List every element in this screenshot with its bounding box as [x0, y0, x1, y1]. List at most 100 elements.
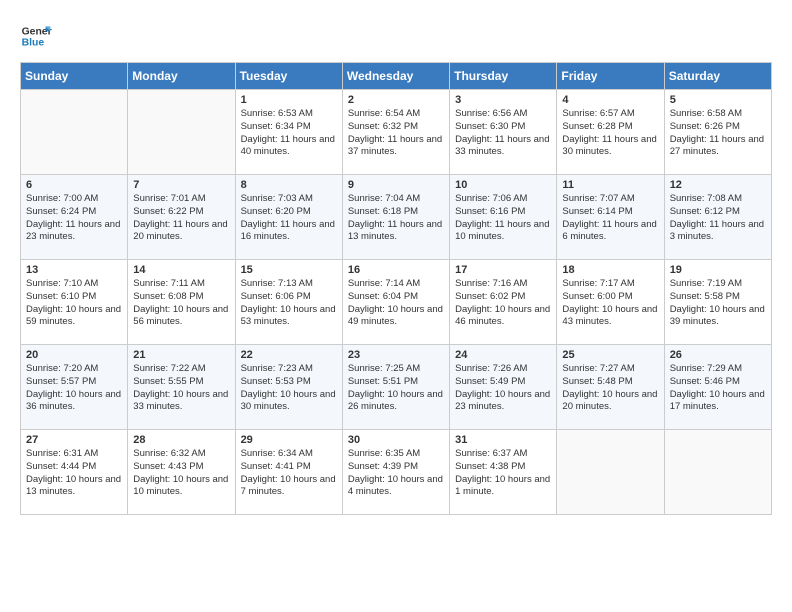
- day-info: Sunrise: 6:35 AMSunset: 4:39 PMDaylight:…: [348, 448, 444, 499]
- calendar-cell: 12 Sunrise: 7:08 AMSunset: 6:12 PMDayligh…: [664, 175, 771, 260]
- day-info: Sunrise: 6:32 AMSunset: 4:43 PMDaylight:…: [133, 448, 229, 499]
- day-number: 27: [26, 434, 122, 446]
- page-header: General Blue: [20, 20, 772, 52]
- calendar-table: SundayMondayTuesdayWednesdayThursdayFrid…: [20, 62, 772, 515]
- day-number: 2: [348, 94, 444, 106]
- svg-text:Blue: Blue: [22, 38, 45, 49]
- calendar-cell: 13 Sunrise: 7:10 AMSunset: 6:10 PMDayligh…: [21, 260, 128, 345]
- day-info: Sunrise: 6:58 AMSunset: 6:26 PMDaylight:…: [670, 108, 766, 159]
- calendar-cell: 30 Sunrise: 6:35 AMSunset: 4:39 PMDayligh…: [342, 430, 449, 515]
- day-info: Sunrise: 7:20 AMSunset: 5:57 PMDaylight:…: [26, 363, 122, 414]
- calendar-week-row: 13 Sunrise: 7:10 AMSunset: 6:10 PMDayligh…: [21, 260, 772, 345]
- calendar-cell: 7 Sunrise: 7:01 AMSunset: 6:22 PMDaylight…: [128, 175, 235, 260]
- day-number: 25: [562, 349, 658, 361]
- day-number: 12: [670, 179, 766, 191]
- day-of-week-header: Thursday: [450, 63, 557, 90]
- calendar-cell: [128, 90, 235, 175]
- calendar-cell: 15Sunrise: 7:13 AMSunset: 6:06 PMDayligh…: [235, 260, 342, 345]
- day-info: Sunrise: 6:37 AMSunset: 4:38 PMDaylight:…: [455, 448, 551, 499]
- day-info: Sunrise: 7:26 AMSunset: 5:49 PMDaylight:…: [455, 363, 551, 414]
- day-info: Sunrise: 7:22 AMSunset: 5:55 PMDaylight:…: [133, 363, 229, 414]
- day-number: 4: [562, 94, 658, 106]
- calendar-cell: 25 Sunrise: 7:27 AMSunset: 5:48 PMDayligh…: [557, 345, 664, 430]
- calendar-cell: 23 Sunrise: 7:25 AMSunset: 5:51 PMDayligh…: [342, 345, 449, 430]
- day-number: 31: [455, 434, 551, 446]
- day-of-week-header: Sunday: [21, 63, 128, 90]
- day-number: 20: [26, 349, 122, 361]
- day-number: 29: [241, 434, 337, 446]
- calendar-cell: 22 Sunrise: 7:23 AMSunset: 5:53 PMDayligh…: [235, 345, 342, 430]
- day-of-week-header: Wednesday: [342, 63, 449, 90]
- day-info: Sunrise: 6:53 AMSunset: 6:34 PMDaylight:…: [241, 108, 337, 159]
- day-info: Sunrise: 7:11 AMSunset: 6:08 PMDaylight:…: [133, 278, 229, 329]
- day-number: 10: [455, 179, 551, 191]
- calendar-week-row: 1 Sunrise: 6:53 AMSunset: 6:34 PMDaylight…: [21, 90, 772, 175]
- calendar-cell: 8Sunrise: 7:03 AMSunset: 6:20 PMDaylight…: [235, 175, 342, 260]
- day-info: Sunrise: 7:08 AMSunset: 6:12 PMDaylight:…: [670, 193, 766, 244]
- calendar-cell: 31 Sunrise: 6:37 AMSunset: 4:38 PMDayligh…: [450, 430, 557, 515]
- day-number: 3: [455, 94, 551, 106]
- calendar-cell: 29 Sunrise: 6:34 AMSunset: 4:41 PMDayligh…: [235, 430, 342, 515]
- calendar-cell: 26Sunrise: 7:29 AMSunset: 5:46 PMDayligh…: [664, 345, 771, 430]
- logo-icon: General Blue: [20, 20, 52, 52]
- day-info: Sunrise: 6:31 AMSunset: 4:44 PMDaylight:…: [26, 448, 122, 499]
- calendar-cell: 17 Sunrise: 7:16 AMSunset: 6:02 PMDayligh…: [450, 260, 557, 345]
- calendar-cell: 28 Sunrise: 6:32 AMSunset: 4:43 PMDayligh…: [128, 430, 235, 515]
- day-of-week-header: Monday: [128, 63, 235, 90]
- calendar-cell: 6Sunrise: 7:00 AMSunset: 6:24 PMDaylight…: [21, 175, 128, 260]
- logo: General Blue: [20, 20, 52, 52]
- calendar-cell: 5 Sunrise: 6:58 AMSunset: 6:26 PMDaylight…: [664, 90, 771, 175]
- day-info: Sunrise: 6:57 AMSunset: 6:28 PMDaylight:…: [562, 108, 658, 159]
- calendar-cell: 3Sunrise: 6:56 AMSunset: 6:30 PMDaylight…: [450, 90, 557, 175]
- calendar-cell: 2Sunrise: 6:54 AMSunset: 6:32 PMDaylight…: [342, 90, 449, 175]
- day-info: Sunrise: 7:25 AMSunset: 5:51 PMDaylight:…: [348, 363, 444, 414]
- day-info: Sunrise: 7:23 AMSunset: 5:53 PMDaylight:…: [241, 363, 337, 414]
- day-number: 30: [348, 434, 444, 446]
- calendar-cell: 27 Sunrise: 6:31 AMSunset: 4:44 PMDayligh…: [21, 430, 128, 515]
- calendar-cell: 21 Sunrise: 7:22 AMSunset: 5:55 PMDayligh…: [128, 345, 235, 430]
- calendar-cell: 1 Sunrise: 6:53 AMSunset: 6:34 PMDaylight…: [235, 90, 342, 175]
- day-of-week-header: Saturday: [664, 63, 771, 90]
- day-info: Sunrise: 7:00 AMSunset: 6:24 PMDaylight:…: [26, 193, 122, 244]
- day-info: Sunrise: 7:16 AMSunset: 6:02 PMDaylight:…: [455, 278, 551, 329]
- day-number: 28: [133, 434, 229, 446]
- day-number: 5: [670, 94, 766, 106]
- calendar-week-row: 27 Sunrise: 6:31 AMSunset: 4:44 PMDayligh…: [21, 430, 772, 515]
- day-number: 23: [348, 349, 444, 361]
- calendar-week-row: 6Sunrise: 7:00 AMSunset: 6:24 PMDaylight…: [21, 175, 772, 260]
- day-number: 18: [562, 264, 658, 276]
- calendar-cell: 11 Sunrise: 7:07 AMSunset: 6:14 PMDayligh…: [557, 175, 664, 260]
- calendar-cell: 19Sunrise: 7:19 AMSunset: 5:58 PMDayligh…: [664, 260, 771, 345]
- calendar-cell: 24 Sunrise: 7:26 AMSunset: 5:49 PMDayligh…: [450, 345, 557, 430]
- day-number: 11: [562, 179, 658, 191]
- day-info: Sunrise: 7:07 AMSunset: 6:14 PMDaylight:…: [562, 193, 658, 244]
- day-number: 17: [455, 264, 551, 276]
- day-info: Sunrise: 7:17 AMSunset: 6:00 PMDaylight:…: [562, 278, 658, 329]
- day-info: Sunrise: 7:10 AMSunset: 6:10 PMDaylight:…: [26, 278, 122, 329]
- day-info: Sunrise: 7:14 AMSunset: 6:04 PMDaylight:…: [348, 278, 444, 329]
- day-number: 24: [455, 349, 551, 361]
- day-number: 22: [241, 349, 337, 361]
- calendar-cell: 16Sunrise: 7:14 AMSunset: 6:04 PMDayligh…: [342, 260, 449, 345]
- day-number: 21: [133, 349, 229, 361]
- calendar-cell: 20 Sunrise: 7:20 AMSunset: 5:57 PMDayligh…: [21, 345, 128, 430]
- day-number: 8: [241, 179, 337, 191]
- day-info: Sunrise: 7:27 AMSunset: 5:48 PMDaylight:…: [562, 363, 658, 414]
- calendar-cell: 18 Sunrise: 7:17 AMSunset: 6:00 PMDayligh…: [557, 260, 664, 345]
- calendar-cell: [21, 90, 128, 175]
- calendar-cell: 14Sunrise: 7:11 AMSunset: 6:08 PMDayligh…: [128, 260, 235, 345]
- calendar-week-row: 20 Sunrise: 7:20 AMSunset: 5:57 PMDayligh…: [21, 345, 772, 430]
- day-number: 26: [670, 349, 766, 361]
- day-number: 13: [26, 264, 122, 276]
- days-of-week-row: SundayMondayTuesdayWednesdayThursdayFrid…: [21, 63, 772, 90]
- calendar-cell: 9Sunrise: 7:04 AMSunset: 6:18 PMDaylight…: [342, 175, 449, 260]
- day-info: Sunrise: 7:04 AMSunset: 6:18 PMDaylight:…: [348, 193, 444, 244]
- day-info: Sunrise: 7:01 AMSunset: 6:22 PMDaylight:…: [133, 193, 229, 244]
- day-number: 7: [133, 179, 229, 191]
- day-number: 15: [241, 264, 337, 276]
- day-number: 1: [241, 94, 337, 106]
- day-info: Sunrise: 6:34 AMSunset: 4:41 PMDaylight:…: [241, 448, 337, 499]
- calendar-body: 1 Sunrise: 6:53 AMSunset: 6:34 PMDaylight…: [21, 90, 772, 515]
- day-info: Sunrise: 7:19 AMSunset: 5:58 PMDaylight:…: [670, 278, 766, 329]
- calendar-cell: [557, 430, 664, 515]
